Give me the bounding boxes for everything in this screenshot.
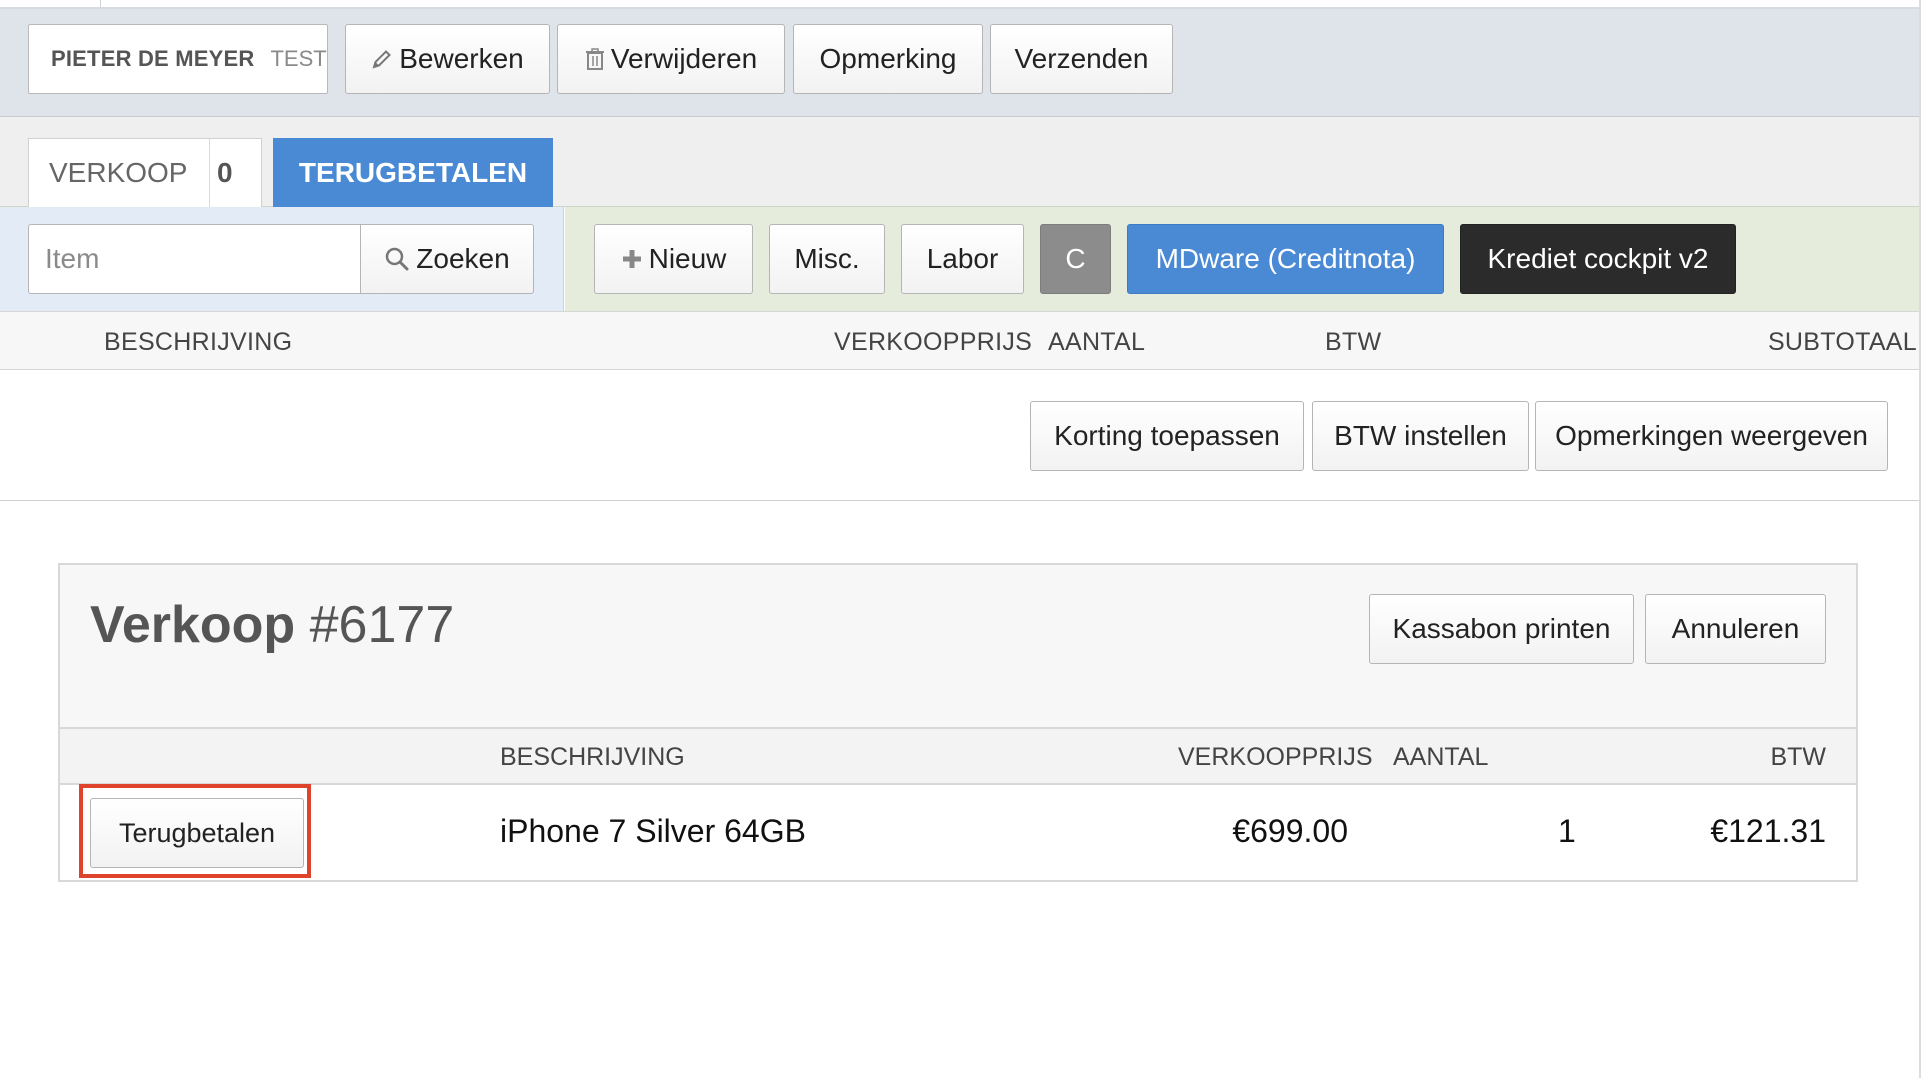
highlight-box [79, 784, 311, 878]
new-item-label: Nieuw [648, 243, 727, 274]
sale-col-description: BESCHRIJVING [500, 743, 685, 771]
new-item-button[interactable]: Nieuw [594, 224, 753, 294]
scrollbar-edge[interactable] [1919, 0, 1921, 1078]
row-price: €699.00 [1232, 813, 1348, 849]
search-button[interactable]: Zoeken [360, 224, 534, 294]
edit-button[interactable]: Bewerken [345, 24, 550, 94]
mdware-creditnota-button[interactable]: MDware (Creditnota) [1127, 224, 1444, 294]
table-row: iPhone 7 Silver 64GB €699.00 1 €121.31 [60, 785, 1856, 880]
customer-badge[interactable]: PIETER DE MEYER TEST [28, 24, 328, 94]
sale-table-header: BESCHRIJVING VERKOOPPRIJS AANTAL BTW [60, 727, 1856, 785]
edit-label: Bewerken [399, 43, 524, 74]
tab-sale-count: 0 [217, 157, 233, 188]
show-remarks-button[interactable]: Opmerkingen weergeven [1535, 401, 1888, 471]
sale-title-number: #6177 [309, 596, 455, 654]
search-button-label: Zoeken [416, 243, 510, 274]
tab-sale[interactable]: VERKOOP 0 [28, 138, 262, 208]
pencil-icon [372, 50, 392, 69]
delete-button[interactable]: Verwijderen [557, 24, 785, 94]
tab-sale-label: VERKOOP [49, 157, 188, 188]
sale-col-quantity: AANTAL [1393, 743, 1489, 771]
print-receipt-button[interactable]: Kassabon printen [1369, 594, 1634, 664]
col-vat: BTW [1325, 328, 1382, 356]
sale-col-price: VERKOOPPRIJS [1178, 743, 1373, 771]
customer-tag: TEST [270, 46, 327, 71]
trash-icon [585, 48, 604, 70]
customer-name: PIETER DE MEYER [51, 46, 255, 71]
remark-button[interactable]: Opmerking [793, 24, 983, 94]
search-icon [386, 247, 409, 271]
tab-refund[interactable]: TERUGBETALEN [273, 138, 553, 207]
send-button[interactable]: Verzenden [990, 24, 1173, 94]
c-button[interactable]: C [1040, 224, 1111, 294]
row-description: iPhone 7 Silver 64GB [500, 813, 806, 849]
sale-col-vat: BTW [1770, 743, 1826, 771]
plus-icon [622, 250, 641, 268]
sale-title: Verkoop #6177 [90, 595, 454, 655]
delete-label: Verwijderen [610, 43, 758, 74]
col-quantity: AANTAL [1048, 328, 1146, 356]
misc-button[interactable]: Misc. [769, 224, 885, 294]
row-vat: €121.31 [1710, 813, 1826, 849]
col-price: VERKOOPPRIJS [834, 328, 1033, 356]
col-subtotal: SUBTOTAAL [1767, 328, 1917, 356]
items-column-header: BESCHRIJVING VERKOOPPRIJS AANTAL BTW SUB… [0, 311, 1919, 370]
row-quantity: 1 [1558, 813, 1576, 849]
sale-title-prefix: Verkoop [90, 596, 296, 654]
col-description: BESCHRIJVING [104, 328, 293, 356]
credit-cockpit-button[interactable]: Krediet cockpit v2 [1460, 224, 1736, 294]
apply-discount-button[interactable]: Korting toepassen [1030, 401, 1304, 471]
window-top-strip [0, 0, 1926, 9]
search-input[interactable] [28, 224, 361, 294]
set-vat-button[interactable]: BTW instellen [1312, 401, 1529, 471]
cancel-button[interactable]: Annuleren [1645, 594, 1826, 664]
labor-button[interactable]: Labor [901, 224, 1024, 294]
